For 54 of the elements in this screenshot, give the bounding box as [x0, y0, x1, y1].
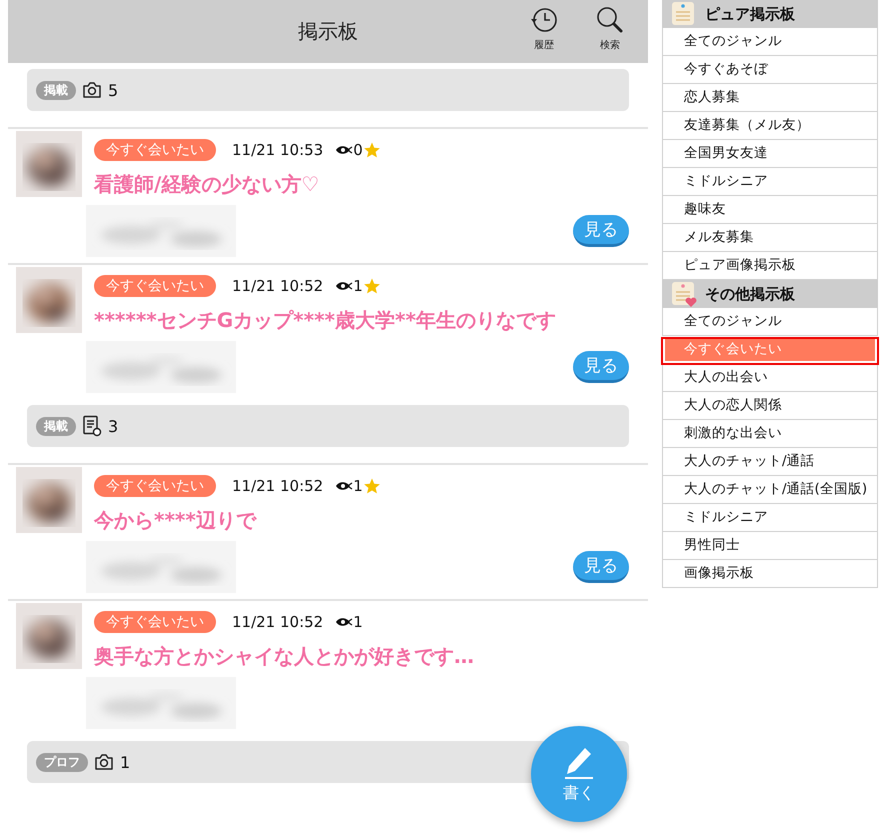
star-icon: [362, 141, 381, 159]
count: 3: [108, 416, 118, 436]
sidebar-item[interactable]: 画像掲示板: [663, 560, 877, 587]
star-icon: [362, 477, 381, 495]
tag: 掲載: [36, 80, 76, 100]
history-button[interactable]: 履歴: [522, 6, 566, 52]
sidebar-item[interactable]: ミドルシニア: [663, 504, 877, 531]
sidebar-item[interactable]: 大人の出会い: [663, 364, 877, 391]
eye-icon: [335, 280, 354, 292]
category-tag: 今すぐ会いたい: [94, 139, 216, 161]
memo-icon: [671, 1, 697, 27]
star-icon: [362, 277, 381, 295]
post-time: 11/21 10:52: [232, 613, 324, 631]
sidebar-item[interactable]: 男性同士: [663, 532, 877, 559]
sidebar-item[interactable]: 全国男女友達: [663, 140, 877, 167]
sidebar-item[interactable]: 刺激的な出会い: [663, 420, 877, 447]
view-count: 1: [353, 477, 363, 495]
sidebar-item[interactable]: メル友募集: [663, 224, 877, 251]
view-count: 0: [353, 141, 363, 159]
sidebar-item[interactable]: 大人のチャット/通話: [663, 448, 877, 475]
view-count: 1: [353, 613, 363, 631]
camera-icon: [82, 81, 102, 99]
tag: プロフ: [36, 752, 88, 772]
post-time: 11/21 10:52: [232, 477, 324, 495]
history-icon: [530, 6, 558, 34]
post-time: 11/21 10:53: [232, 141, 324, 159]
count: 1: [120, 752, 130, 772]
page-title: 掲示板: [298, 18, 358, 45]
view-count: 1: [353, 277, 363, 295]
sidebar-item[interactable]: 大人のチャット/通話(全国版): [663, 476, 877, 503]
sidebar-item[interactable]: 友達募集（メル友）: [663, 112, 877, 139]
search-icon: [596, 6, 624, 34]
sidebar-item[interactable]: 恋人募集: [663, 84, 877, 111]
eye-icon: [335, 480, 354, 492]
category-tag: 今すぐ会いたい: [94, 611, 216, 633]
sidebar-item[interactable]: 趣味友: [663, 196, 877, 223]
camera-icon: [94, 753, 114, 771]
tag: 掲載: [36, 416, 76, 436]
section-title: ピュア掲示板: [705, 4, 795, 24]
category-tag: 今すぐ会いたい: [94, 275, 216, 297]
search-button[interactable]: 検索: [588, 6, 632, 52]
sidebar-item[interactable]: ピュア画像掲示板: [663, 252, 877, 279]
sidebar-item[interactable]: 全てのジャンル: [663, 28, 877, 55]
eye-icon: [335, 144, 354, 156]
section-title: その他掲示板: [705, 284, 795, 304]
sidebar-item[interactable]: 今すぐあそぼ: [663, 56, 877, 83]
category-tag: 今すぐ会いたい: [94, 475, 216, 497]
sidebar-item[interactable]: ミドルシニア: [663, 168, 877, 195]
post-time: 11/21 10:52: [232, 277, 324, 295]
sidebar-item[interactable]: 全てのジャンル: [663, 308, 877, 335]
document-icon: [82, 415, 102, 437]
count: 5: [108, 80, 118, 100]
eye-icon: [335, 616, 354, 628]
sidebar-item[interactable]: 大人の恋人関係: [663, 392, 877, 419]
